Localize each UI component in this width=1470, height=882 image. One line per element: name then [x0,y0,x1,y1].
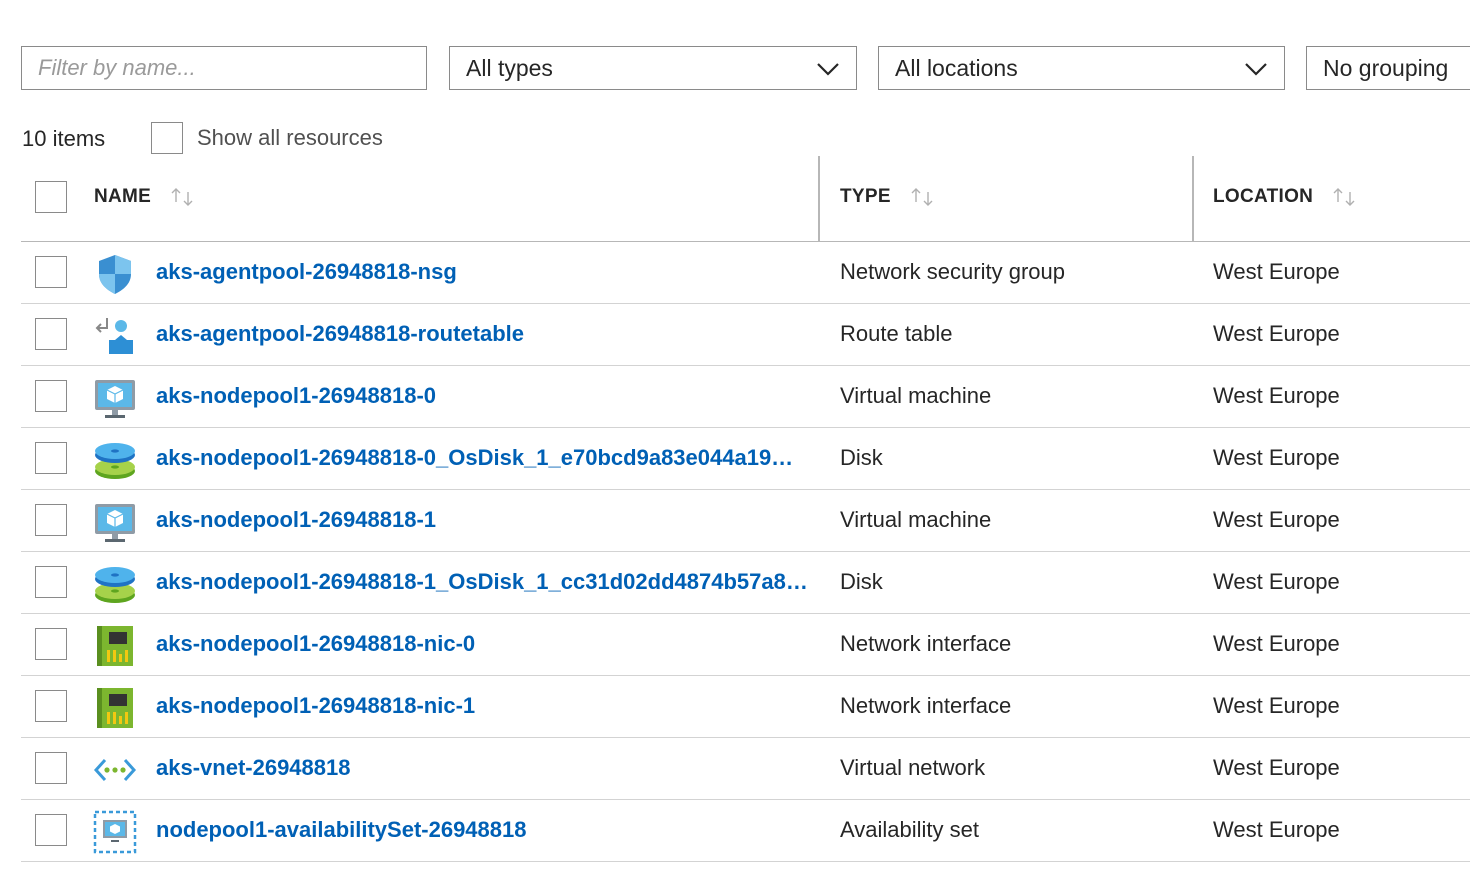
row-checkbox[interactable] [35,504,67,536]
sort-icon [1333,188,1355,206]
table-row[interactable]: aks-nodepool1-26948818-0 Virtual machine… [21,366,1470,428]
resource-type: Virtual machine [840,507,992,532]
resource-location: West Europe [1213,383,1340,408]
disk-icon [95,567,135,603]
resource-type: Availability set [840,817,979,842]
virtual-machine-icon [95,380,135,418]
column-divider[interactable] [818,156,820,241]
table-header: NAME TYPE LOCATION [21,156,1470,242]
row-checkbox[interactable] [35,690,67,722]
resource-name-link[interactable]: aks-agentpool-26948818-nsg [156,259,821,285]
sort-icon [911,188,933,206]
location-filter-value: All locations [895,54,1018,81]
column-header-location-label: LOCATION [1213,186,1314,207]
resource-type: Network interface [840,693,1012,718]
table-row[interactable]: aks-nodepool1-26948818-nic-0 Network int… [21,614,1470,676]
availability-set-icon [93,810,137,854]
network-security-group-icon [99,255,131,294]
resource-location: West Europe [1213,755,1340,780]
filter-by-name-input[interactable] [21,46,427,90]
resource-location: West Europe [1213,445,1340,470]
show-all-resources-toggle[interactable]: Show all resources [151,122,383,154]
table-row[interactable]: aks-nodepool1-26948818-1 Virtual machine… [21,490,1470,552]
network-interface-icon [97,626,133,666]
resource-name-link[interactable]: aks-nodepool1-26948818-nic-1 [156,693,821,719]
select-all-checkbox[interactable] [35,181,67,213]
resource-name-link[interactable]: aks-nodepool1-26948818-nic-0 [156,631,821,657]
resource-location: West Europe [1213,321,1340,346]
grouping-dropdown[interactable]: No grouping [1306,46,1470,90]
disk-icon [95,443,135,479]
resource-type: Virtual machine [840,383,992,408]
row-checkbox[interactable] [35,256,67,288]
resource-type: Route table [840,321,953,346]
resource-type: Network security group [840,259,1065,284]
row-checkbox[interactable] [35,814,67,846]
resource-name-link[interactable]: nodepool1-availabilitySet-26948818 [156,817,821,843]
show-all-resources-checkbox[interactable] [151,122,183,154]
table-row[interactable]: aks-nodepool1-26948818-nic-1 Network int… [21,676,1470,738]
resource-location: West Europe [1213,569,1340,594]
row-checkbox[interactable] [35,442,67,474]
network-interface-icon [97,688,133,728]
table-row[interactable]: nodepool1-availabilitySet-26948818 Avail… [21,800,1470,862]
row-checkbox[interactable] [35,752,67,784]
resource-name-link[interactable]: aks-vnet-26948818 [156,755,821,781]
table-row[interactable]: aks-nodepool1-26948818-0_OsDisk_1_e70bcd… [21,428,1470,490]
column-header-location[interactable]: LOCATION [1213,186,1357,208]
table-row[interactable]: aks-vnet-26948818 Virtual network West E… [21,738,1470,800]
chevron-down-icon [817,63,839,76]
resource-location: West Europe [1213,693,1340,718]
table-row[interactable]: aks-agentpool-26948818-routetable Route … [21,304,1470,366]
route-table-icon [95,318,133,354]
resource-type: Virtual network [840,755,986,780]
row-checkbox[interactable] [35,318,67,350]
type-filter-dropdown[interactable]: All types [449,46,857,90]
resource-type: Network interface [840,631,1012,656]
chevron-down-icon [1245,63,1267,76]
row-checkbox[interactable] [35,566,67,598]
item-count: 10 items [22,126,106,151]
resource-name-link[interactable]: aks-nodepool1-26948818-1_OsDisk_1_cc31d0… [156,569,821,595]
show-all-resources-label: Show all resources [197,125,383,150]
column-header-name-label: NAME [94,186,152,207]
table-row[interactable]: aks-agentpool-26948818-nsg Network secur… [21,242,1470,304]
resource-name-link[interactable]: aks-nodepool1-26948818-0 [156,383,821,409]
table-row[interactable]: aks-nodepool1-26948818-1_OsDisk_1_cc31d0… [21,552,1470,614]
virtual-network-icon [93,758,137,782]
column-header-type-label: TYPE [840,186,891,207]
column-header-name[interactable]: NAME [94,186,195,208]
row-checkbox[interactable] [35,628,67,660]
column-divider[interactable] [1192,156,1194,241]
type-filter-value: All types [466,54,553,81]
column-header-type[interactable]: TYPE [840,186,935,208]
grouping-value: No grouping [1323,54,1449,81]
row-checkbox[interactable] [35,380,67,412]
resource-name-link[interactable]: aks-agentpool-26948818-routetable [156,321,821,347]
resource-location: West Europe [1213,817,1340,842]
resource-name-link[interactable]: aks-nodepool1-26948818-0_OsDisk_1_e70bcd… [156,445,821,471]
location-filter-dropdown[interactable]: All locations [878,46,1285,90]
resource-location: West Europe [1213,507,1340,532]
resource-type: Disk [840,569,883,594]
resource-type: Disk [840,445,883,470]
virtual-machine-icon [95,504,135,542]
resource-name-link[interactable]: aks-nodepool1-26948818-1 [156,507,821,533]
resource-location: West Europe [1213,631,1340,656]
sort-icon [171,188,193,206]
resource-location: West Europe [1213,259,1340,284]
